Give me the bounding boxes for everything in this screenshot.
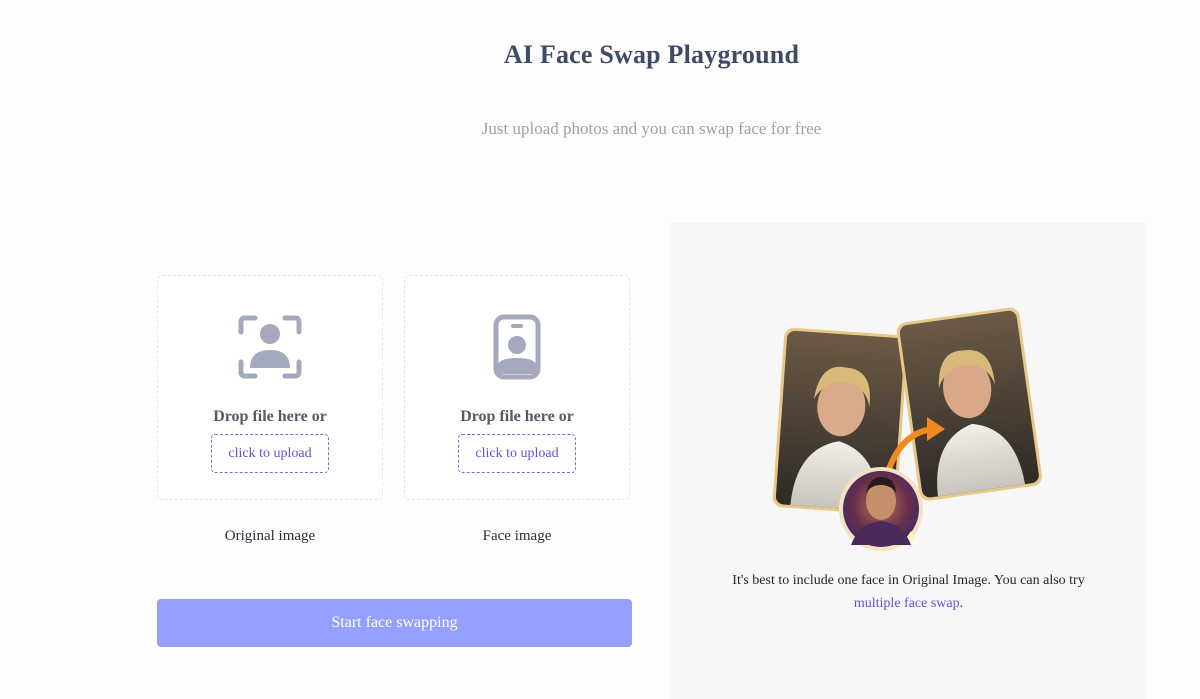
example-panel: It's best to include one face in Origina…	[671, 223, 1146, 699]
click-to-upload-button[interactable]: click to upload	[211, 434, 329, 473]
face-image-dropzone[interactable]: Drop file here or click to upload	[404, 275, 630, 500]
page-title: AI Face Swap Playground	[503, 40, 800, 69]
page-subtitle: Just upload photos and you can swap face…	[481, 119, 822, 138]
hint-period: .	[959, 596, 964, 611]
original-image-dropzone[interactable]: Drop file here or click to upload	[157, 275, 383, 500]
hint-message: It's best to include one face in Origina…	[732, 573, 1085, 588]
face-scan-icon	[238, 315, 302, 379]
face-swap-example-illustration	[772, 307, 1042, 551]
drop-text: Drop file here or	[213, 408, 327, 425]
hint-text: It's best to include one face in Origina…	[671, 569, 1146, 615]
click-to-upload-button[interactable]: click to upload	[458, 434, 576, 473]
start-face-swapping-button[interactable]: Start face swapping	[157, 599, 632, 647]
drop-text: Drop file here or	[460, 408, 574, 425]
portrait-card-icon	[493, 314, 541, 380]
face-image-caption: Face image	[482, 528, 552, 544]
multiple-face-swap-link[interactable]: multiple face swap	[854, 596, 960, 611]
original-image-caption: Original image	[224, 528, 316, 544]
page: AI Face Swap Playground Just upload phot…	[0, 0, 1200, 699]
